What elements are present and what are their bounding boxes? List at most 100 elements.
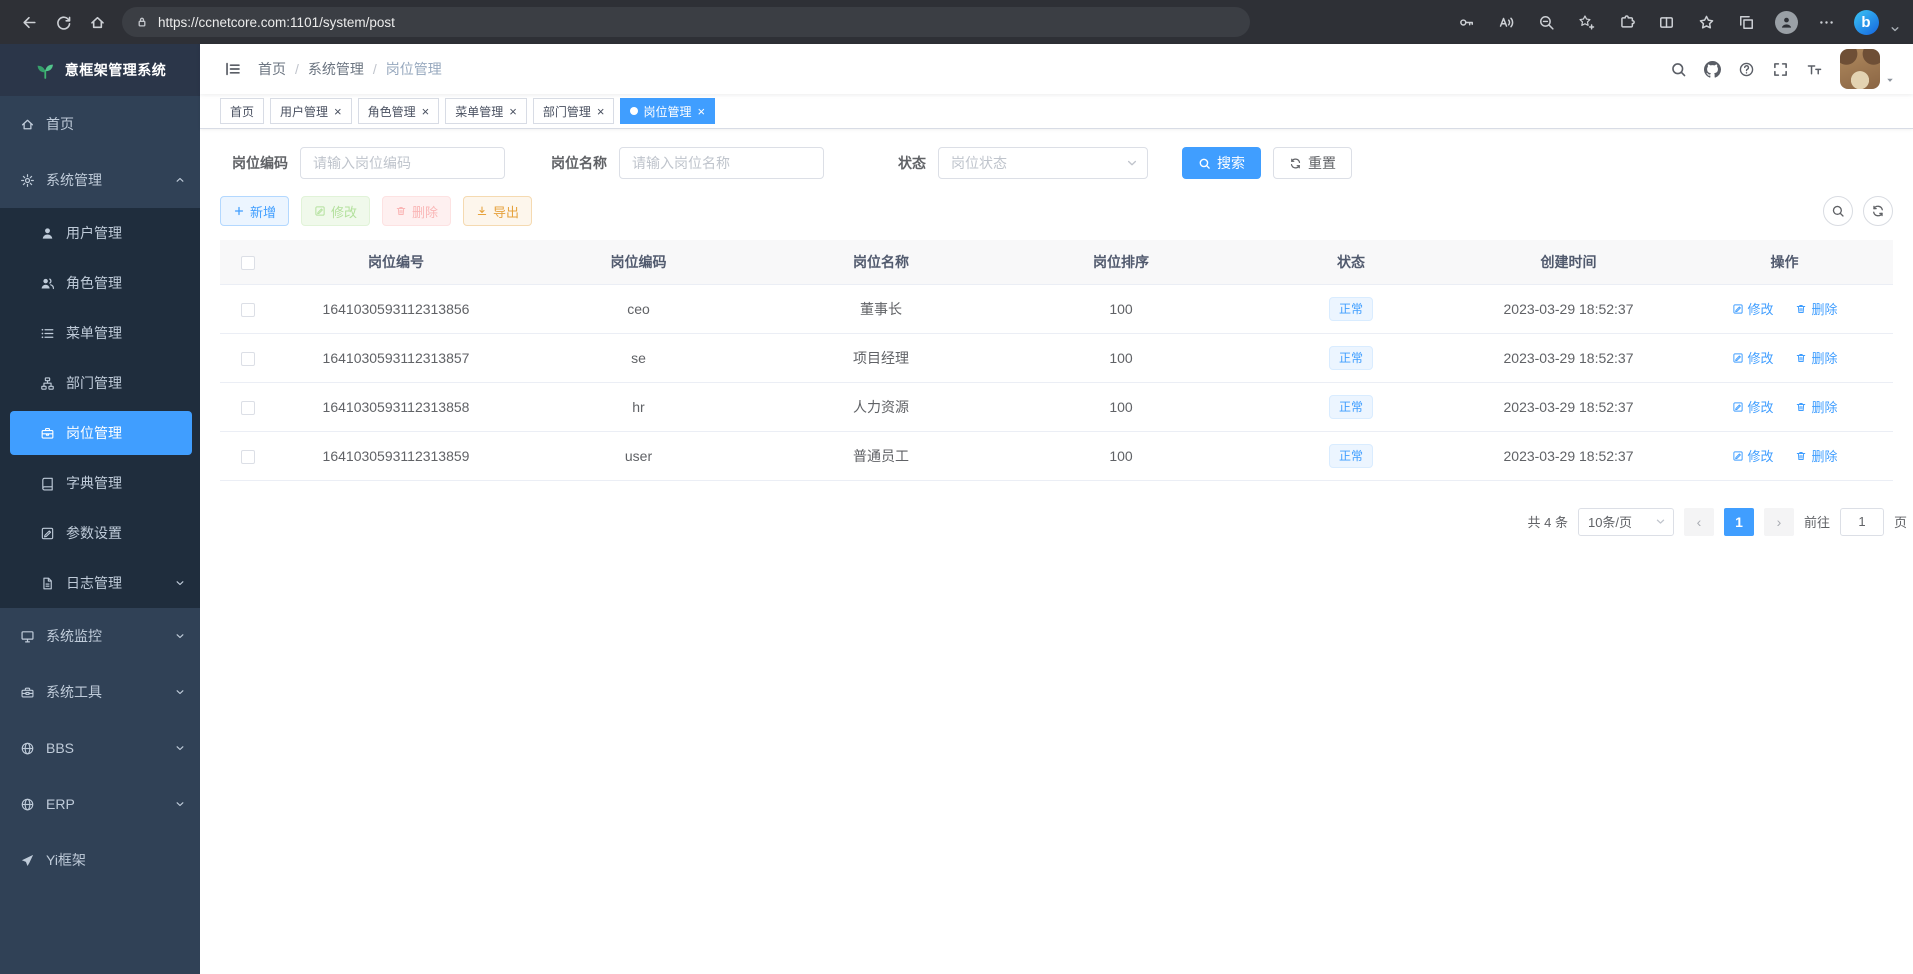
row-checkbox[interactable]	[241, 450, 255, 464]
pen-square-icon	[40, 526, 55, 541]
menu-label: 用户管理	[66, 223, 122, 243]
breadcrumb-post-management: 岗位管理	[386, 59, 442, 79]
password-key-button[interactable]	[1449, 6, 1483, 38]
breadcrumb-home[interactable]: 首页	[258, 59, 286, 79]
pagination-total: 共 4 条	[1528, 512, 1568, 531]
split-screen-button[interactable]	[1649, 6, 1683, 38]
trash-icon	[1795, 450, 1807, 462]
page-size-select[interactable]: 10条/页	[1578, 508, 1674, 536]
sidebar-item-menu-management[interactable]: 菜单管理	[0, 308, 200, 358]
post-name-input[interactable]	[619, 147, 824, 179]
tab-home[interactable]: 首页	[220, 98, 264, 124]
font-size-button[interactable]	[1806, 61, 1823, 78]
help-button[interactable]	[1738, 61, 1755, 78]
sidebar-item-dictionary-management[interactable]: 字典管理	[0, 458, 200, 508]
row-edit-button[interactable]: 修改	[1732, 397, 1774, 416]
sidebar-item-home[interactable]: 首页	[0, 96, 200, 152]
screen: https://ccnetcore.com:1101/system/post	[0, 0, 1913, 974]
delete-button[interactable]: 删除	[382, 196, 451, 226]
tab-menu-management[interactable]: 菜单管理 ×	[445, 98, 527, 124]
refresh-table-button[interactable]	[1863, 196, 1893, 226]
browser-menu-button[interactable]	[1809, 6, 1843, 38]
tab-user-management[interactable]: 用户管理×	[270, 98, 352, 124]
post-code-input[interactable]	[300, 147, 505, 179]
close-icon[interactable]: ×	[697, 105, 705, 118]
collections-button[interactable]	[1729, 6, 1763, 38]
header-post-code: 岗位编码	[516, 240, 761, 284]
app-logo[interactable]: 意框架管理系统	[0, 44, 200, 96]
menu-label: 参数设置	[66, 523, 122, 543]
tab-post-management[interactable]: 岗位管理×	[620, 98, 715, 124]
cell-post-order: 100	[1001, 333, 1241, 382]
tab-department-management[interactable]: 部门管理×	[533, 98, 615, 124]
goto-page-input[interactable]	[1840, 508, 1884, 536]
sidebar-item-department-management[interactable]: 部门管理	[0, 358, 200, 408]
tab-role-management[interactable]: 角色管理×	[358, 98, 440, 124]
toolbar-chevron-icon[interactable]	[1889, 23, 1901, 35]
browser-back-button[interactable]	[12, 6, 46, 38]
row-edit-button[interactable]: 修改	[1732, 446, 1774, 465]
next-page-button[interactable]: ›	[1764, 508, 1794, 536]
browser-home-button[interactable]	[80, 6, 114, 38]
page-number-button[interactable]: 1	[1724, 508, 1754, 536]
sidebar-item-system-monitoring[interactable]: 系统监控	[0, 608, 200, 664]
table-row[interactable]: 1641030593112313858 hr 人力资源 100 正常 2023-…	[220, 382, 1893, 431]
header-search-button[interactable]	[1670, 61, 1687, 78]
table-row[interactable]: 1641030593112313857 se 项目经理 100 正常 2023-…	[220, 333, 1893, 382]
row-delete-button[interactable]: 删除	[1795, 299, 1837, 318]
favorites-bar-button[interactable]	[1689, 6, 1723, 38]
bing-chat-button[interactable]: b	[1849, 6, 1883, 38]
table-body: 1641030593112313856 ceo 董事长 100 正常 2023-…	[220, 284, 1893, 480]
row-edit-button[interactable]: 修改	[1732, 348, 1774, 367]
close-icon[interactable]: ×	[334, 105, 342, 118]
cell-post-code: se	[516, 333, 761, 382]
extensions-button[interactable]	[1609, 6, 1643, 38]
address-bar[interactable]: https://ccnetcore.com:1101/system/post	[122, 7, 1250, 37]
sidebar-item-post-management[interactable]: 岗位管理	[10, 411, 192, 455]
sidebar-item-system-management[interactable]: 系统管理	[0, 152, 200, 208]
row-checkbox[interactable]	[241, 352, 255, 366]
sidebar-item-log-management[interactable]: 日志管理	[0, 558, 200, 608]
row-delete-button[interactable]: 删除	[1795, 397, 1837, 416]
close-icon[interactable]: ×	[597, 105, 605, 118]
pagination: 共 4 条 10条/页 ‹ 1 › 前往 页	[220, 508, 1907, 536]
add-favorite-button[interactable]	[1569, 6, 1603, 38]
browser-profile-button[interactable]	[1769, 6, 1803, 38]
row-edit-button[interactable]: 修改	[1732, 299, 1774, 318]
github-button[interactable]	[1704, 61, 1721, 78]
table-row[interactable]: 1641030593112313859 user 普通员工 100 正常 202…	[220, 431, 1893, 480]
export-button[interactable]: 导出	[463, 196, 532, 226]
sidebar-item-role-management[interactable]: 角色管理	[0, 258, 200, 308]
page-size-value: 10条/页	[1588, 512, 1632, 531]
sidebar-item-erp[interactable]: ERP	[0, 776, 200, 832]
sidebar-item-bbs[interactable]: BBS	[0, 720, 200, 776]
toggle-search-button[interactable]	[1823, 196, 1853, 226]
caret-down-icon	[1885, 75, 1895, 85]
table-row[interactable]: 1641030593112313856 ceo 董事长 100 正常 2023-…	[220, 284, 1893, 333]
select-all-checkbox[interactable]	[241, 256, 255, 270]
search-button[interactable]: 搜索	[1182, 147, 1261, 179]
reset-button[interactable]: 重置	[1273, 147, 1352, 179]
row-checkbox[interactable]	[241, 303, 255, 317]
status-select[interactable]: 岗位状态	[938, 147, 1148, 179]
row-delete-button[interactable]: 删除	[1795, 348, 1837, 367]
sidebar-item-system-tools[interactable]: 系统工具	[0, 664, 200, 720]
user-avatar-menu[interactable]	[1840, 49, 1895, 89]
browser-refresh-button[interactable]	[46, 6, 80, 38]
read-aloud-button[interactable]	[1489, 6, 1523, 38]
sidebar-item-yi-framework[interactable]: Yi框架	[0, 832, 200, 888]
fullscreen-button[interactable]	[1772, 61, 1789, 78]
zoom-button[interactable]	[1529, 6, 1563, 38]
sidebar-item-parameter-settings[interactable]: 参数设置	[0, 508, 200, 558]
tab-label: 菜单管理	[455, 103, 503, 120]
sidebar-fold-button[interactable]	[224, 60, 242, 78]
edit-button[interactable]: 修改	[301, 196, 370, 226]
prev-page-button[interactable]: ‹	[1684, 508, 1714, 536]
row-checkbox[interactable]	[241, 401, 255, 415]
close-icon[interactable]: ×	[509, 105, 517, 118]
close-icon[interactable]: ×	[422, 105, 430, 118]
status-select-placeholder: 岗位状态	[951, 153, 1007, 173]
row-delete-button[interactable]: 删除	[1795, 446, 1837, 465]
sidebar-item-user-management[interactable]: 用户管理	[0, 208, 200, 258]
add-button[interactable]: 新增	[220, 196, 289, 226]
